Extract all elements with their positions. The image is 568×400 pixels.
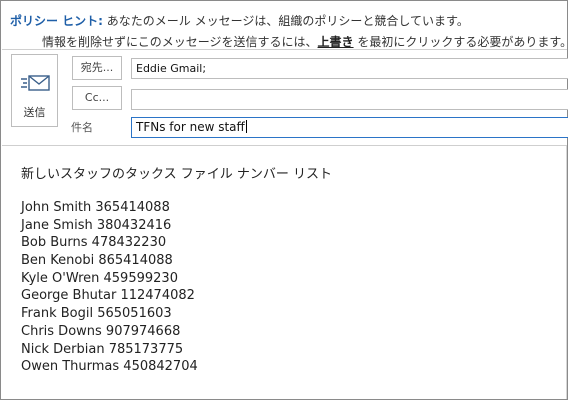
subject-field[interactable]: TFNs for new staff	[131, 117, 568, 138]
policy-tip-bar: ポリシー ヒント: あなたのメール メッセージは、組織のポリシーと競合しています…	[2, 2, 568, 50]
list-item: Kyle O'Wren 459599230	[21, 270, 178, 286]
policy-tip-line2: 情報を削除せずにこのメッセージを送信するには、上書き を最初にクリックする必要が…	[42, 33, 568, 50]
subject-label: 件名	[71, 121, 93, 134]
send-button[interactable]: 送信	[11, 54, 58, 127]
cc-field[interactable]	[131, 89, 568, 110]
message-body[interactable]: 新しいスタッフのタックス ファイル ナンバー リスト John Smith 36…	[2, 146, 567, 399]
list-item: George Bhutar 112474082	[21, 288, 195, 304]
send-label: 送信	[23, 106, 46, 119]
list-item: Ben Kenobi 865414088	[21, 253, 173, 269]
policy-tip-label: ポリシー ヒント:	[10, 14, 103, 28]
body-scroll-edge	[566, 146, 567, 399]
list-item: Frank Bogil 565051603	[21, 306, 172, 322]
list-item: Chris Downs 907974668	[21, 323, 181, 339]
body-list: John Smith 365414088 Jane Smish 38043241…	[21, 199, 198, 376]
envelope-send-icon	[21, 75, 50, 91]
list-item: Bob Burns 478432230	[21, 235, 167, 251]
body-heading: 新しいスタッフのタックス ファイル ナンバー リスト	[21, 167, 333, 182]
text-caret	[245, 120, 247, 133]
policy-divider	[2, 49, 567, 50]
list-item: John Smith 365414088	[21, 200, 170, 215]
list-item: Jane Smish 380432416	[21, 217, 172, 233]
list-item: Owen Thurmas 450842704	[21, 359, 198, 375]
cc-button[interactable]: Cc...	[72, 86, 122, 110]
list-item: Nick Derbian 785173775	[21, 341, 184, 357]
policy-tip-instruction-prefix: 情報を削除せずにこのメッセージを送信するには、	[42, 35, 318, 49]
subject-text: TFNs for new staff	[136, 120, 245, 134]
override-link[interactable]: 上書き	[318, 35, 354, 49]
to-field[interactable]: Eddie Gmail;	[131, 58, 568, 79]
policy-tip-instruction-suffix: を最初にクリックする必要があります。	[353, 35, 568, 49]
message-compose-window: ポリシー ヒント: あなたのメール メッセージは、組織のポリシーと競合しています…	[0, 0, 568, 400]
to-button[interactable]: 宛先...	[72, 56, 122, 80]
policy-tip-message: あなたのメール メッセージは、組織のポリシーと競合しています。	[102, 14, 469, 28]
policy-tip-line1: ポリシー ヒント: あなたのメール メッセージは、組織のポリシーと競合しています…	[10, 12, 469, 29]
